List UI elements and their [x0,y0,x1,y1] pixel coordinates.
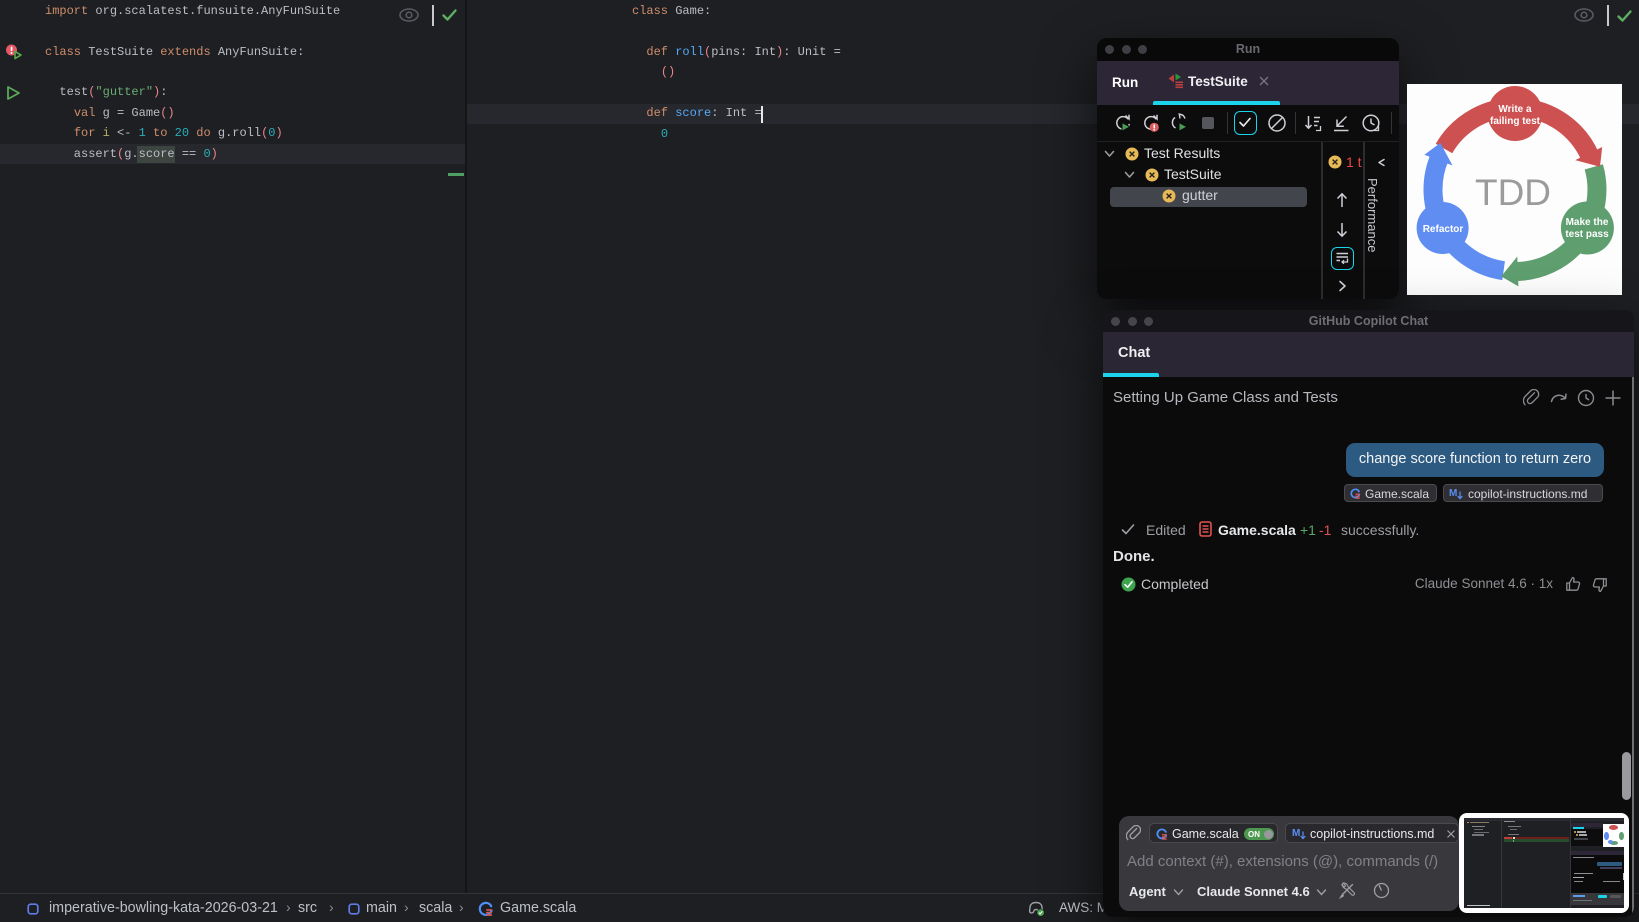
svg-text:test pass: test pass [1565,229,1609,240]
svg-text:TDD: TDD [1475,172,1551,213]
svg-text:Make the: Make the [1566,217,1609,228]
svg-text:Write a: Write a [1498,104,1532,115]
svg-text:failing test: failing test [1490,116,1541,127]
svg-text:Refactor: Refactor [1423,224,1464,235]
